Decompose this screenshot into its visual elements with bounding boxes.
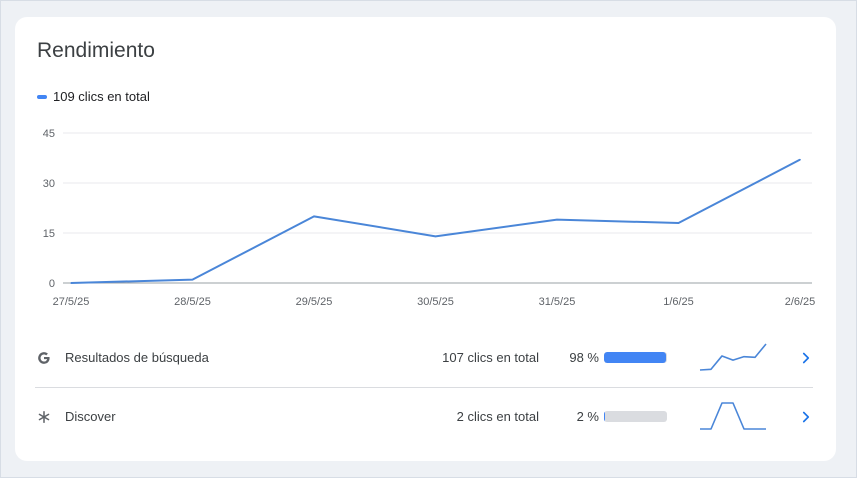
series-line [70,158,801,284]
y-tick-label: 15 [43,228,55,240]
data-point [191,278,194,281]
chevron-right-icon[interactable] [797,408,815,426]
source-clicks: 107 clics en total [442,350,539,365]
trend-sparkline [700,402,766,430]
data-point [677,222,680,224]
share-bar [604,411,667,422]
data-point [799,158,801,161]
y-tick-label: 45 [43,128,55,140]
clicks-line-chart: 0 15 30 45 27/5/25 28/5/25 29/5/25 30/5/25 31/5/… [43,128,816,308]
x-tick-label: 27/5/25 [53,296,90,308]
x-tick-label: 2/6/25 [785,296,816,308]
source-name: Discover [65,409,116,424]
data-point [556,218,558,221]
asterisk-icon [38,410,50,424]
y-tick-label: 0 [49,278,55,290]
source-percent: 98 % [569,350,599,365]
source-name: Resultados de búsqueda [65,350,209,365]
y-tick-label: 30 [43,178,55,190]
source-row-search[interactable]: Resultados de búsqueda 107 clics en tota… [35,329,813,388]
x-tick-label: 1/6/25 [663,296,694,308]
source-row-discover[interactable]: Discover 2 clics en total 2 % [35,388,813,446]
x-tick-label: 30/5/25 [417,296,454,308]
trend-sparkline [699,343,767,371]
google-g-icon [38,352,50,364]
x-tick-label: 31/5/25 [539,296,576,308]
share-bar [604,352,667,363]
x-tick-label: 29/5/25 [296,296,333,308]
data-point [434,235,437,238]
share-bar-fill [604,411,606,422]
x-tick-label: 28/5/25 [174,296,211,308]
source-clicks: 2 clics en total [456,409,539,424]
sparkline-path [700,402,766,430]
sparkline-path [699,343,767,371]
performance-card: Rendimiento 109 clics en total 0 15 30 45 27… [15,17,836,461]
source-percent: 2 % [576,409,599,424]
data-point [70,282,72,284]
data-point [313,215,315,218]
chevron-right-icon[interactable] [797,349,815,367]
share-bar-fill [604,352,666,363]
